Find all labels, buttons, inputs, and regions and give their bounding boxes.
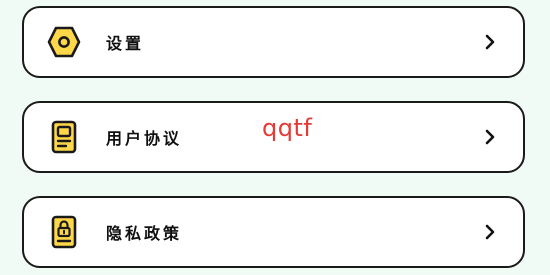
menu-item-label: 设置 bbox=[106, 34, 145, 53]
menu-item-label: 用户协议 bbox=[106, 129, 183, 148]
chevron-right-icon bbox=[483, 223, 497, 241]
menu-item-privacy-policy[interactable]: 隐私政策 bbox=[22, 196, 525, 268]
overlay-annotation-text: qqtf bbox=[262, 114, 313, 142]
settings-hexagon-icon bbox=[46, 24, 82, 60]
chevron-right-icon bbox=[483, 33, 497, 51]
user-agreement-document-icon bbox=[46, 119, 82, 155]
menu-item-label: 隐私政策 bbox=[106, 224, 183, 243]
privacy-lock-document-icon bbox=[46, 214, 82, 250]
chevron-right-icon bbox=[483, 128, 497, 146]
menu-item-settings[interactable]: 设置 bbox=[22, 6, 525, 78]
